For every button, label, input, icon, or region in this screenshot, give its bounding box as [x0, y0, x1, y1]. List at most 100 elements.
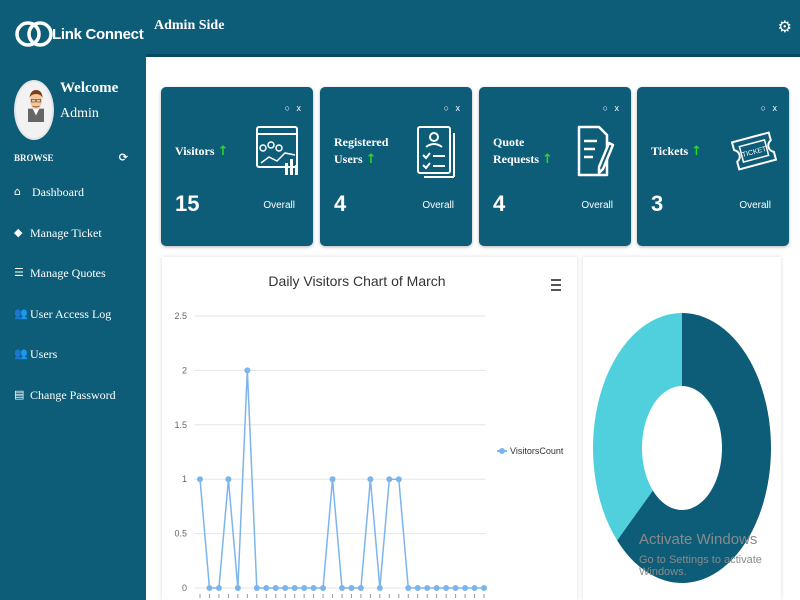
data-point [386, 476, 393, 483]
card-controls[interactable]: ○ x [444, 103, 462, 113]
data-point [376, 585, 383, 591]
refresh-icon[interactable]: ⟳ [119, 151, 128, 164]
data-point [348, 585, 355, 591]
data-point [225, 476, 232, 483]
data-point [291, 585, 298, 591]
line-chart: 0 0.5 1 1.5 2 2.5 VisitorsCount [174, 311, 564, 598]
sidebar-item-label: Dashboard [32, 185, 84, 199]
card-overall: Overall [422, 200, 454, 211]
document-pen-icon [577, 125, 615, 177]
gear-icon[interactable]: ⚙ [778, 17, 792, 36]
data-point [253, 585, 260, 591]
donut-chart [593, 313, 771, 583]
card-label: Registered Users ↑ [334, 135, 389, 167]
logo-text: Link Connect [52, 25, 144, 43]
data-point [405, 585, 412, 591]
page-title: Admin Side [154, 18, 225, 33]
sidebar: Link Connect Welcome Admin BROWSE ⟳ ⌂ Da… [0, 0, 146, 600]
top-header: Admin Side ⚙ [146, 0, 800, 57]
tag-icon: ◆ [14, 225, 23, 239]
y-tick-label: 2.5 [174, 311, 187, 321]
browse-section: BROWSE ⟳ [14, 151, 128, 164]
welcome-text: Welcome [60, 80, 119, 96]
data-point [310, 585, 317, 591]
donut-chart-panel [583, 257, 781, 600]
y-tick-label: 0 [182, 583, 187, 593]
arrow-up-icon: ↑ [542, 152, 553, 167]
data-point [414, 585, 421, 591]
sidebar-item-dashboard[interactable]: ⌂ Dashboard [14, 185, 116, 226]
legend-marker [499, 448, 505, 454]
data-point [339, 585, 345, 591]
data-point [357, 585, 364, 591]
card-controls[interactable]: ○ x [285, 103, 303, 113]
visitors-chart-panel: Daily Visitors Chart of March 0 0.5 1 1.5 2 2… [162, 257, 577, 600]
arrow-up-icon: ↑ [365, 152, 377, 167]
home-icon: ⌂ [14, 185, 21, 198]
data-point [244, 367, 251, 374]
data-point [206, 585, 213, 591]
y-tick-label: 1 [182, 474, 187, 484]
data-point [272, 585, 279, 591]
card-controls[interactable]: ○ x [761, 103, 779, 113]
card-overall: Overall [739, 200, 771, 211]
legend-label: VisitorsCount [510, 446, 564, 456]
data-point [452, 585, 459, 591]
sidebar-item-user-access-log[interactable]: 👥 User Access Log [14, 307, 116, 348]
data-point [395, 476, 402, 483]
data-point [263, 585, 270, 591]
file-icon: ▤ [14, 387, 25, 401]
sidebar-item-label: Change Password [30, 387, 116, 402]
card-controls[interactable]: ○ x [603, 103, 621, 113]
card-overall: Overall [581, 200, 613, 211]
card-label: Visitors ↑ [175, 144, 229, 159]
card-value: 3 [651, 191, 664, 216]
data-point [329, 476, 336, 483]
sidebar-item-manage-ticket[interactable]: ◆ Manage Ticket [14, 226, 116, 267]
analytics-icon [256, 126, 298, 175]
stat-card-quote-requests: ○ x Quote Requests ↑ 4 Overall [479, 87, 631, 246]
sidebar-item-label: User Access Log [30, 306, 112, 321]
profile-name: Admin [60, 106, 99, 121]
logo[interactable]: Link Connect [14, 12, 144, 56]
stat-card-tickets: ○ x Tickets ↑ TICKET 3 Overall [637, 87, 789, 246]
sidebar-item-users[interactable]: 👥 Users [14, 347, 116, 388]
card-value: 4 [493, 191, 506, 216]
ticket-icon: TICKET [731, 131, 777, 171]
card-label: Tickets ↑ [651, 144, 703, 159]
stat-card-visitors: ○ x Visitors ↑ 15 Overall [161, 87, 313, 246]
data-point [367, 476, 374, 483]
arrow-up-icon: ↑ [691, 144, 703, 159]
id-card-icon [417, 126, 455, 178]
data-point [462, 585, 469, 591]
list-icon: ☰ [14, 266, 24, 279]
y-tick-label: 2 [182, 365, 187, 375]
card-overall: Overall [263, 200, 295, 211]
data-point [215, 585, 222, 591]
data-point [424, 585, 431, 591]
card-value: 4 [334, 191, 347, 216]
sidebar-item-manage-quotes[interactable]: ☰ Manage Quotes [14, 266, 116, 307]
data-point [234, 585, 241, 591]
data-point [282, 585, 289, 591]
avatar [14, 80, 54, 140]
data-point [481, 585, 487, 591]
sidebar-item-label: Manage Quotes [30, 266, 106, 280]
sidebar-item-label: Manage Ticket [30, 225, 102, 240]
donut-slice[interactable] [593, 313, 682, 541]
profile [14, 80, 54, 140]
data-point [443, 585, 450, 591]
sidebar-item-label: Users [30, 347, 58, 361]
data-point [320, 585, 327, 591]
data-point [197, 476, 203, 483]
card-value: 15 [175, 191, 200, 216]
data-point [301, 585, 308, 591]
logo-icon [15, 21, 53, 47]
arrow-up-icon: ↑ [217, 144, 229, 159]
card-label: Quote Requests ↑ [493, 135, 553, 167]
stat-card-registered-users: ○ x Registered Users ↑ 4 Overall [320, 87, 472, 246]
y-tick-label: 1.5 [174, 420, 187, 430]
data-point [433, 585, 440, 591]
section-label: BROWSE [14, 152, 54, 163]
sidebar-item-change-password[interactable]: ▤ Change Password [14, 388, 116, 429]
